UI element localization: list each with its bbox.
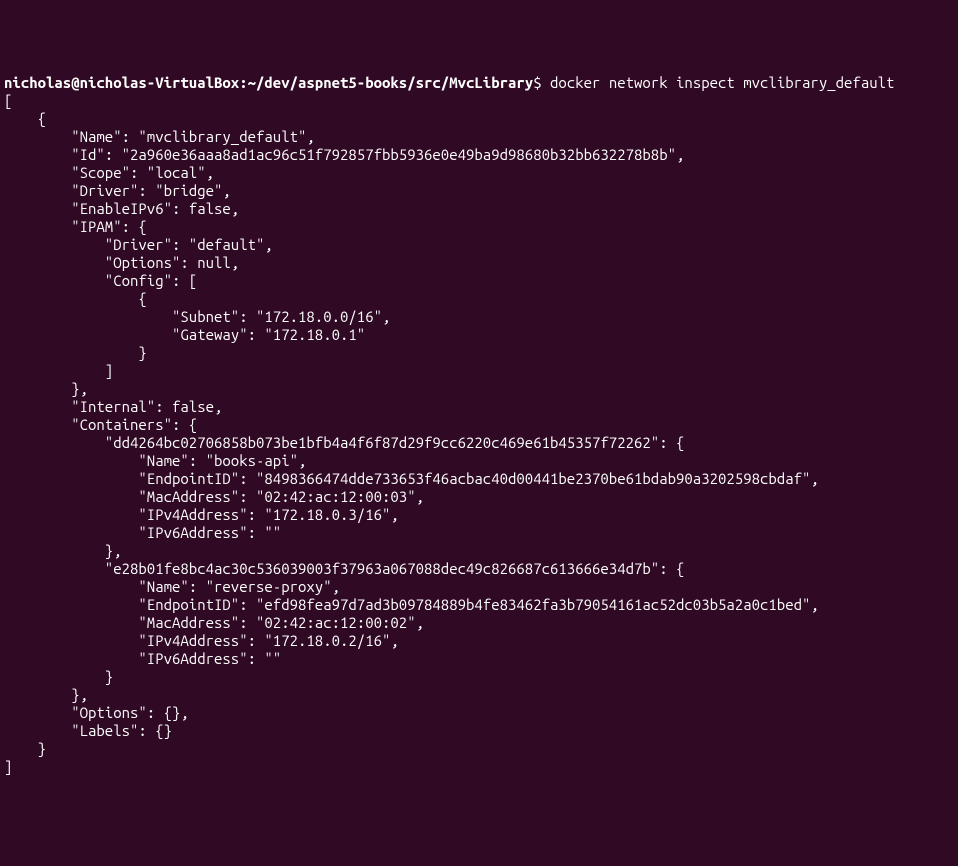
prompt-dollar: $: [533, 74, 541, 91]
prompt-path: ~/dev/aspnet5-books/src/MvcLibrary: [248, 74, 534, 91]
command-text: docker network inspect mvclibrary_defaul…: [550, 74, 894, 91]
prompt-space: [542, 74, 550, 91]
terminal-window[interactable]: nicholas@nicholas-VirtualBox:~/dev/aspne…: [4, 74, 954, 776]
prompt-line: nicholas@nicholas-VirtualBox:~/dev/aspne…: [4, 74, 894, 91]
prompt-separator: :: [239, 74, 247, 91]
terminal-output: [ { "Name": "mvclibrary_default", "Id": …: [4, 92, 954, 776]
prompt-user-host: nicholas@nicholas-VirtualBox: [4, 74, 239, 91]
